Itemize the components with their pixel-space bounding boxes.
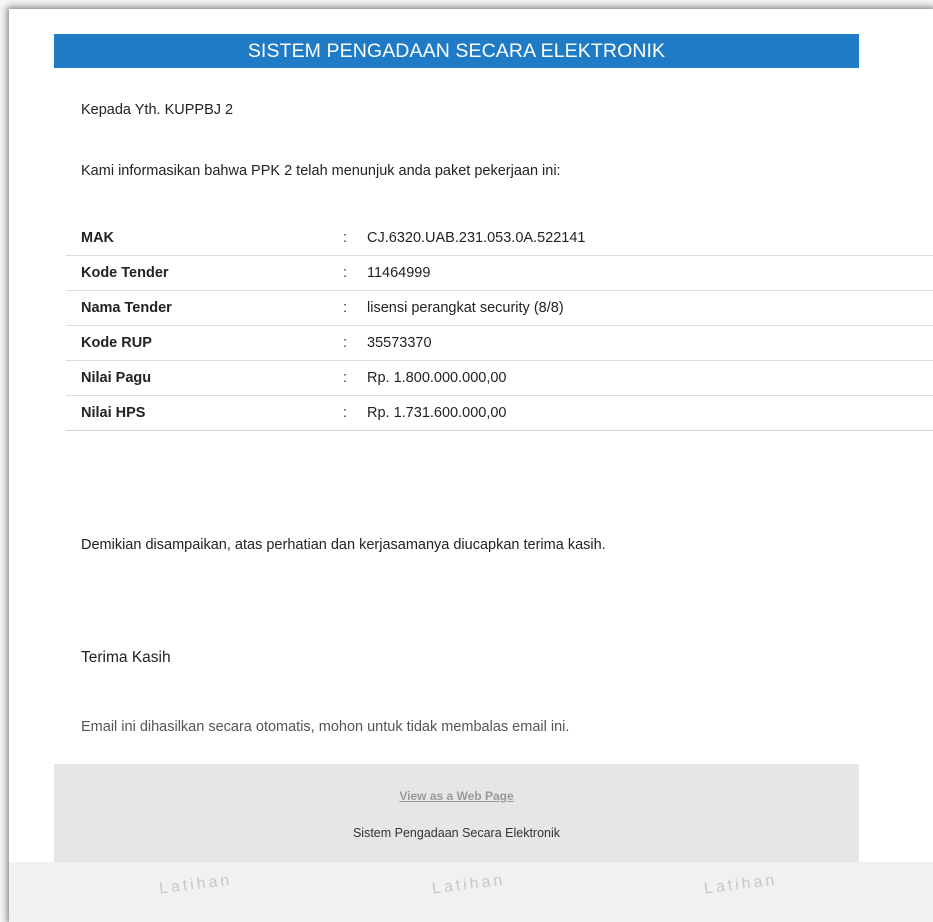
email-header-banner: SISTEM PENGADAAN SECARA ELEKTRONIK	[54, 34, 859, 68]
tender-details-table: MAK : CJ.6320.UAB.231.053.0A.522141 Kode…	[66, 221, 933, 431]
detail-separator: :	[343, 360, 367, 396]
watermark-text: Latihan	[158, 871, 234, 898]
thanks-text: Terima Kasih	[81, 649, 171, 666]
table-row: Nilai Pagu : Rp. 1.800.000.000,00	[66, 360, 933, 396]
table-row: Nama Tender : lisensi perangkat security…	[66, 290, 933, 326]
detail-value: Rp. 1.800.000.000,00	[367, 360, 933, 396]
table-row: Kode RUP : 35573370	[66, 325, 933, 361]
detail-value: 35573370	[367, 325, 933, 361]
detail-label: Kode Tender	[66, 255, 343, 291]
detail-label: Nilai Pagu	[66, 360, 343, 396]
detail-separator: :	[343, 395, 367, 431]
watermark-text: Latihan	[431, 871, 507, 898]
detail-separator: :	[343, 221, 367, 256]
view-as-web-page-link[interactable]: View as a Web Page	[54, 789, 859, 803]
footer-text: Sistem Pengadaan Secara Elektronik	[352, 826, 561, 840]
email-frame: SISTEM PENGADAAN SECARA ELEKTRONIK Kepad…	[9, 9, 933, 922]
auto-generated-note: Email ini dihasilkan secara otomatis, mo…	[81, 719, 570, 735]
detail-label: MAK	[66, 221, 343, 256]
email-header-title: SISTEM PENGADAAN SECARA ELEKTRONIK	[247, 40, 666, 62]
closing-text: Demikian disampaikan, atas perhatian dan…	[81, 537, 606, 553]
email-footer: View as a Web Page Sistem Pengadaan Seca…	[54, 764, 859, 867]
table-row: Kode Tender : 11464999	[66, 255, 933, 291]
table-row: MAK : CJ.6320.UAB.231.053.0A.522141	[66, 221, 933, 256]
detail-label: Nama Tender	[66, 290, 343, 326]
watermark-strip: Latihan Latihan Latihan	[9, 862, 933, 922]
detail-value: Rp. 1.731.600.000,00	[367, 395, 933, 431]
intro-text: Kami informasikan bahwa PPK 2 telah menu…	[81, 163, 561, 179]
detail-value: 11464999	[367, 255, 933, 291]
detail-label: Nilai HPS	[66, 395, 343, 431]
detail-separator: :	[343, 255, 367, 291]
detail-label: Kode RUP	[66, 325, 343, 361]
table-row: Nilai HPS : Rp. 1.731.600.000,00	[66, 395, 933, 431]
detail-separator: :	[343, 290, 367, 326]
greeting-text: Kepada Yth. KUPPBJ 2	[81, 102, 234, 118]
watermark-text: Latihan	[703, 871, 779, 898]
detail-value: lisensi perangkat security (8/8)	[367, 290, 933, 326]
detail-separator: :	[343, 325, 367, 361]
detail-value: CJ.6320.UAB.231.053.0A.522141	[367, 221, 933, 256]
